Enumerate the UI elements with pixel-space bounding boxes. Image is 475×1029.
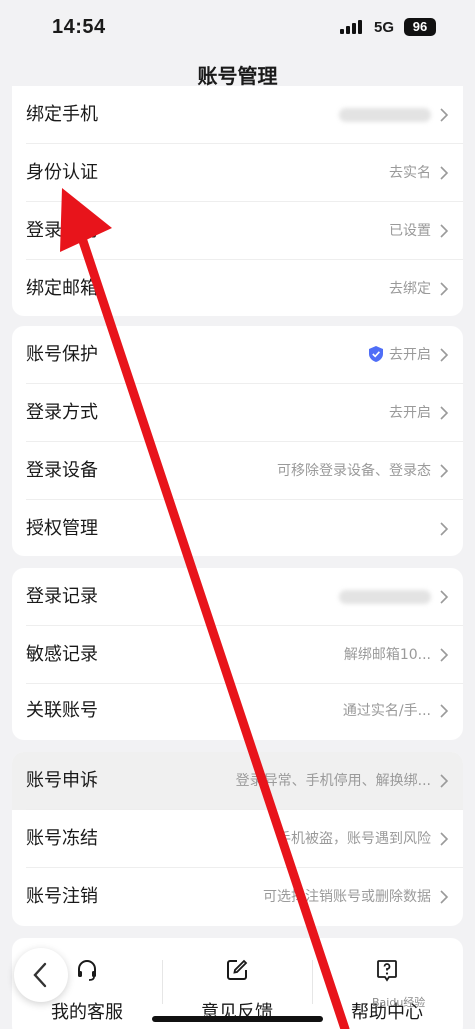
chevron-right-icon: [440, 832, 449, 846]
chevron-right-icon: [440, 224, 449, 238]
signal-icon: [340, 20, 366, 34]
row-label: 账号冻结: [26, 828, 98, 849]
row-account-appeal[interactable]: 账号申诉 登录异常、手机停用、解换绑...: [12, 752, 463, 810]
row-value: 去开启: [389, 347, 431, 363]
row-account-freeze[interactable]: 账号冻结 手机被盗，账号遇到风险: [12, 810, 463, 868]
row-label: 登录设备: [26, 460, 98, 481]
help-icon: [377, 960, 397, 982]
chevron-right-icon: [440, 108, 449, 122]
row-label: 授权管理: [26, 518, 98, 539]
row-sensitive-records[interactable]: 敏感记录 解绑邮箱10...: [12, 626, 463, 684]
row-value: 登录异常、手机停用、解换绑...: [235, 773, 431, 789]
chevron-right-icon: [440, 348, 449, 362]
chevron-right-icon: [440, 464, 449, 478]
row-login-method[interactable]: 登录方式 去开启: [12, 384, 463, 442]
row-login-devices[interactable]: 登录设备 可移除登录设备、登录态: [12, 442, 463, 500]
status-time: 14:54: [52, 16, 106, 38]
row-value: 解绑邮箱10...: [343, 647, 431, 663]
row-label: 身份认证: [26, 162, 98, 183]
row-value: 去实名: [389, 165, 431, 181]
row-authorization-management[interactable]: 授权管理: [12, 500, 463, 556]
row-bind-email[interactable]: 绑定邮箱 去绑定: [12, 260, 463, 316]
network-label: 5G: [374, 19, 395, 36]
chevron-right-icon: [440, 704, 449, 718]
row-label: 登录方式: [26, 402, 98, 423]
section-account-actions: 账号申诉 登录异常、手机停用、解换绑... 账号冻结 手机被盗，账号遇到风险 账…: [12, 752, 463, 926]
row-value: 通过实名/手...: [342, 703, 431, 719]
row-login-password[interactable]: 登录密码 已设置: [12, 202, 463, 260]
chevron-right-icon: [440, 890, 449, 904]
row-label: 绑定邮箱: [26, 278, 98, 299]
row-label: 绑定手机: [26, 104, 98, 125]
row-label: 登录记录: [26, 586, 98, 607]
row-value: 手机被盗，账号遇到风险: [277, 831, 431, 847]
section-account-binding: 绑定手机 身份认证 去实名 登录密码 已设置 绑定邮箱 去绑定: [12, 86, 463, 316]
row-label: 账号注销: [26, 886, 98, 907]
row-value: 可移除登录设备、登录态: [277, 463, 431, 479]
status-bar: 14:54 5G 96: [0, 0, 475, 58]
row-linked-accounts[interactable]: 关联账号 通过实名/手...: [12, 682, 463, 740]
row-label: 关联账号: [26, 700, 98, 721]
chevron-right-icon: [440, 590, 449, 604]
row-label: 账号保护: [26, 344, 98, 365]
chevron-right-icon: [440, 522, 449, 536]
row-label: 敏感记录: [26, 644, 98, 665]
edit-icon: [227, 959, 248, 980]
home-indicator[interactable]: [152, 1016, 323, 1022]
headset-icon: [78, 960, 96, 981]
row-value: 可选择注销账号或删除数据: [263, 889, 431, 905]
tab-label: 我的客服: [51, 1002, 123, 1023]
section-account-security: 账号保护 去开启 登录方式 去开启 登录设备 可移除登录设备、登录态 授权管理: [12, 326, 463, 556]
blurred-value: [339, 590, 431, 604]
row-identity-verification[interactable]: 身份认证 去实名: [12, 144, 463, 202]
blurred-value: [339, 108, 431, 122]
chevron-right-icon: [440, 648, 449, 662]
back-button[interactable]: [14, 948, 68, 1002]
row-value-with-icon: 去开启: [369, 326, 431, 384]
chevron-right-icon: [440, 774, 449, 788]
row-account-protection[interactable]: 账号保护 去开启: [12, 326, 463, 384]
chevron-right-icon: [440, 282, 449, 296]
row-value: 已设置: [389, 223, 431, 239]
chevron-right-icon: [440, 166, 449, 180]
chevron-right-icon: [440, 406, 449, 420]
shield-check-icon: [369, 346, 383, 362]
battery-icon: 96: [404, 18, 436, 36]
row-label: 账号申诉: [26, 770, 98, 791]
row-login-records[interactable]: 登录记录: [12, 568, 463, 626]
row-value: 去开启: [389, 405, 431, 421]
row-account-deletion[interactable]: 账号注销 可选择注销账号或删除数据: [12, 868, 463, 926]
row-bind-phone[interactable]: 绑定手机: [12, 86, 463, 144]
watermark: Baidu经验: [372, 996, 426, 1009]
tab-help-center[interactable]: 帮助中心: [312, 938, 462, 1029]
chevron-left-icon: [33, 962, 47, 988]
row-value: 去绑定: [389, 281, 431, 297]
row-label: 登录密码: [26, 220, 98, 241]
section-records: 登录记录 敏感记录 解绑邮箱10... 关联账号 通过实名/手...: [12, 568, 463, 740]
